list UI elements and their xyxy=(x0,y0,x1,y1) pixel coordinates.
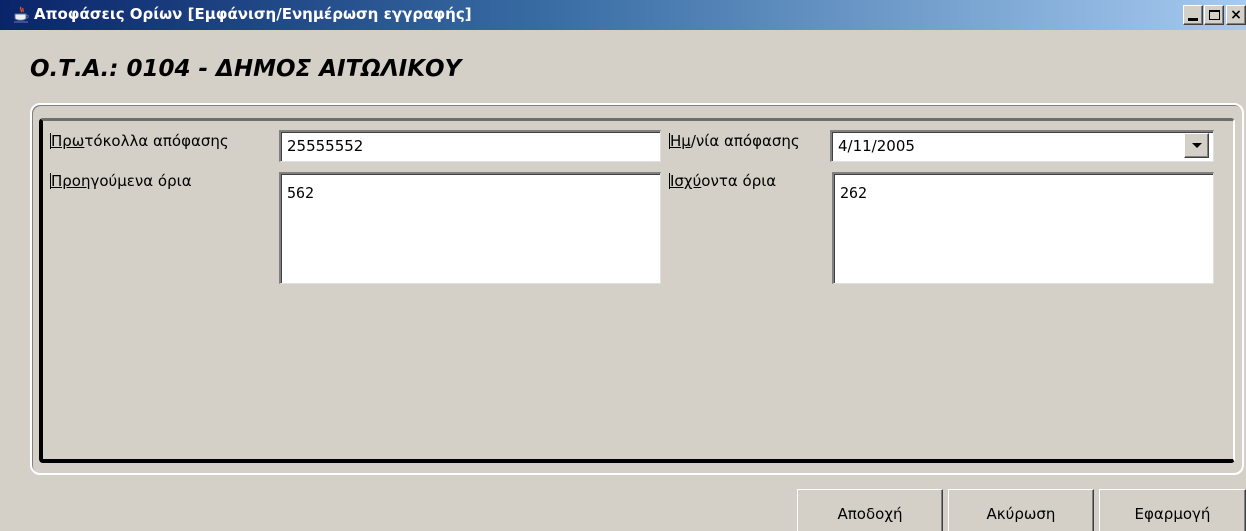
title-bar[interactable]: Αποφάσεις Ορίων [Εμφάνιση/Ενημέρωση εγγρ… xyxy=(0,0,1246,30)
maximize-icon xyxy=(1208,10,1220,20)
current-limits-label: Ισχύοντα όρια xyxy=(669,172,777,190)
apply-button[interactable]: Εφαρμογή xyxy=(1099,489,1246,531)
close-button[interactable]: × xyxy=(1226,5,1246,25)
cancel-button[interactable]: Ακύρωση xyxy=(948,489,1094,531)
previous-limits-label: Προηγούμενα όρια xyxy=(50,172,192,190)
page-title: Ο.Τ.Α.: 0104 - ΔΗΜΟΣ ΑΙΤΩΛΙΚΟΥ xyxy=(30,56,462,82)
current-limits-textarea[interactable]: 262 xyxy=(832,172,1214,284)
maximize-button[interactable] xyxy=(1204,5,1224,25)
java-cup-icon xyxy=(14,6,29,23)
date-combobox[interactable]: 4/11/2005 xyxy=(830,130,1214,162)
minimize-icon xyxy=(1188,17,1198,21)
protocol-field[interactable]: 25555552 xyxy=(279,130,661,162)
form-panel xyxy=(39,118,1235,463)
date-label: Ημ/νία απόφασης xyxy=(669,132,800,150)
chevron-down-icon xyxy=(1191,143,1202,148)
accept-button[interactable]: Αποδοχή xyxy=(797,489,943,531)
previous-limits-textarea[interactable]: 562 xyxy=(279,172,661,284)
minimize-button[interactable] xyxy=(1183,5,1203,25)
date-dropdown-button[interactable] xyxy=(1184,133,1209,158)
close-icon: × xyxy=(1230,7,1242,23)
window-title: Αποφάσεις Ορίων [Εμφάνιση/Ενημέρωση εγγρ… xyxy=(34,5,472,23)
protocol-label: Πρωτόκολλα απόφασης xyxy=(50,132,229,150)
